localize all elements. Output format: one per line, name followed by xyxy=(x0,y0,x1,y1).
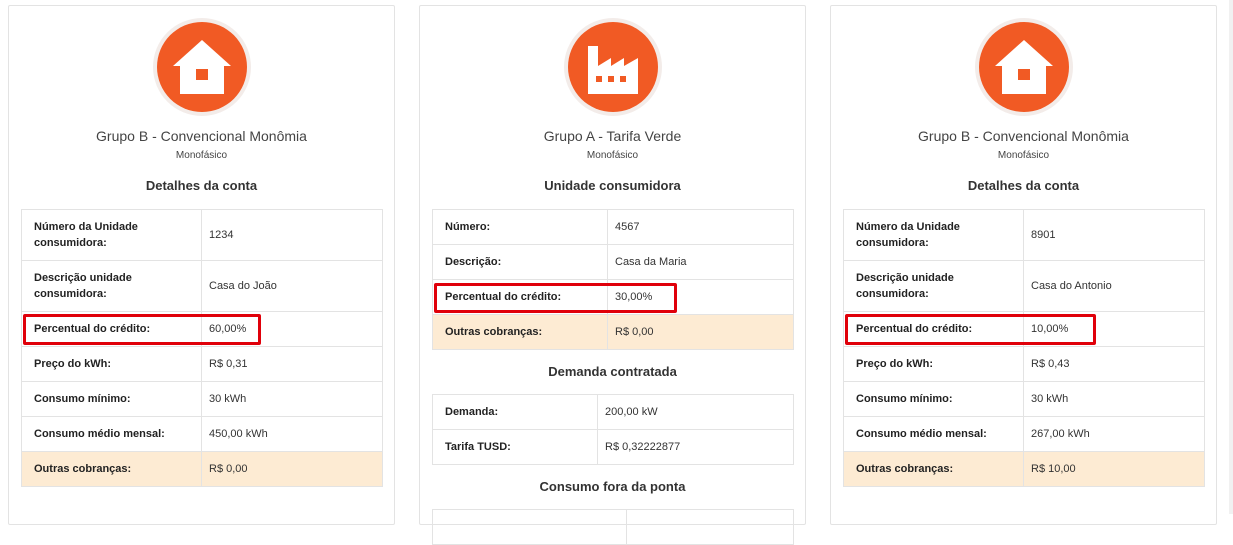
group-title: Grupo B - Convencional Monômia xyxy=(96,128,307,144)
row-label: Número da Unidade consumidora: xyxy=(21,209,202,261)
account-card-3: Grupo B - Convencional Monômia Monofásic… xyxy=(830,5,1217,525)
highlight-annotation xyxy=(23,314,261,345)
contracted-demand-table: Demanda: 200,00 kW Tarifa TUSD: R$ 0,322… xyxy=(432,394,794,465)
row-label: Consumo mínimo: xyxy=(843,381,1024,417)
row-label: Tarifa TUSD: xyxy=(432,429,598,465)
page-scrollbar[interactable] xyxy=(1229,0,1233,514)
table-row: Descrição: Casa da Maria xyxy=(432,244,794,280)
row-value: Casa do João xyxy=(201,260,383,312)
row-label: Consumo médio mensal: xyxy=(21,416,202,452)
phase-label: Monofásico xyxy=(997,150,1050,161)
row-value: R$ 0,31 xyxy=(201,346,383,382)
table-row: Consumo mínimo: 30 kWh xyxy=(843,381,1205,417)
table-row: Descrição unidade consumidora: Casa do A… xyxy=(843,260,1205,312)
phase-label: Monofásico xyxy=(175,150,228,161)
account-details-table: Número da Unidade consumidora: 8901 Desc… xyxy=(843,209,1205,487)
table-row-highlighted: Outras cobranças: R$ 0,00 xyxy=(21,451,383,487)
row-label: Consumo médio mensal: xyxy=(843,416,1024,452)
row-value: 30 kWh xyxy=(1023,381,1205,417)
row-value: 267,00 kWh xyxy=(1023,416,1205,452)
row-label: Outras cobranças: xyxy=(843,451,1024,487)
factory-icon xyxy=(587,46,638,94)
icon-badge xyxy=(563,18,662,116)
section-title: Detalhes da conta xyxy=(967,178,1080,193)
row-label: Outras cobranças: xyxy=(432,314,608,350)
highlight-annotation xyxy=(434,283,677,313)
table-row: Número da Unidade consumidora: 1234 xyxy=(21,209,383,261)
section-title: Consumo fora da ponta xyxy=(539,479,686,494)
icon-badge xyxy=(974,18,1073,116)
row-label: Número: xyxy=(432,209,608,245)
section-title: Detalhes da conta xyxy=(145,178,258,193)
table-row: Número: 4567 xyxy=(432,209,794,245)
phase-label: Monofásico xyxy=(586,150,639,161)
row-value: 450,00 kWh xyxy=(201,416,383,452)
row-value: R$ 0,43 xyxy=(1023,346,1205,382)
off-peak-table xyxy=(432,509,794,545)
row-value: 1234 xyxy=(201,209,383,261)
icon-badge xyxy=(152,18,251,116)
row-value: 200,00 kW xyxy=(597,394,794,430)
account-card-2: Grupo A - Tarifa Verde Monofásico Unidad… xyxy=(419,5,806,545)
table-row: Consumo médio mensal: 450,00 kWh xyxy=(21,416,383,452)
table-row-highlighted: Outras cobranças: R$ 0,00 xyxy=(432,314,794,350)
row-label: Descrição unidade consumidora: xyxy=(21,260,202,312)
table-row: Número da Unidade consumidora: 8901 xyxy=(843,209,1205,261)
table-row: Descrição unidade consumidora: Casa do J… xyxy=(21,260,383,312)
row-label: Outras cobranças: xyxy=(21,451,202,487)
row-value: R$ 0,00 xyxy=(201,451,383,487)
highlight-annotation xyxy=(845,314,1096,345)
row-value: R$ 0,00 xyxy=(607,314,794,350)
row-value: 4567 xyxy=(607,209,794,245)
table-row xyxy=(432,509,794,545)
row-label: Descrição: xyxy=(432,244,608,280)
account-details-table: Número da Unidade consumidora: 1234 Desc… xyxy=(21,209,383,487)
group-title: Grupo A - Tarifa Verde xyxy=(543,128,682,144)
consumer-unit-table: Número: 4567 Descrição: Casa da Maria Pe… xyxy=(432,209,794,350)
section-title: Demanda contratada xyxy=(548,364,677,379)
house-icon xyxy=(172,40,231,94)
account-card-1: Grupo B - Convencional Monômia Monofásic… xyxy=(8,5,395,525)
table-row-highlighted: Outras cobranças: R$ 10,00 xyxy=(843,451,1205,487)
row-label: Consumo mínimo: xyxy=(21,381,202,417)
table-row: Preço do kWh: R$ 0,43 xyxy=(843,346,1205,382)
row-value: R$ 0,32222877 xyxy=(597,429,794,465)
table-row: Consumo médio mensal: 267,00 kWh xyxy=(843,416,1205,452)
table-row: Tarifa TUSD: R$ 0,32222877 xyxy=(432,429,794,465)
table-row: Preço do kWh: R$ 0,31 xyxy=(21,346,383,382)
row-label: Preço do kWh: xyxy=(21,346,202,382)
row-label: Preço do kWh: xyxy=(843,346,1024,382)
row-label: Demanda: xyxy=(432,394,598,430)
row-value: R$ 10,00 xyxy=(1023,451,1205,487)
section-title: Unidade consumidora xyxy=(544,178,681,193)
table-row: Consumo mínimo: 30 kWh xyxy=(21,381,383,417)
row-value: 8901 xyxy=(1023,209,1205,261)
row-label: Descrição unidade consumidora: xyxy=(843,260,1024,312)
row-label: Número da Unidade consumidora: xyxy=(843,209,1024,261)
group-title: Grupo B - Convencional Monômia xyxy=(918,128,1129,144)
row-value: Casa da Maria xyxy=(607,244,794,280)
row-value: Casa do Antonio xyxy=(1023,260,1205,312)
table-row: Demanda: 200,00 kW xyxy=(432,394,794,430)
house-icon xyxy=(994,40,1053,94)
row-value: 30 kWh xyxy=(201,381,383,417)
